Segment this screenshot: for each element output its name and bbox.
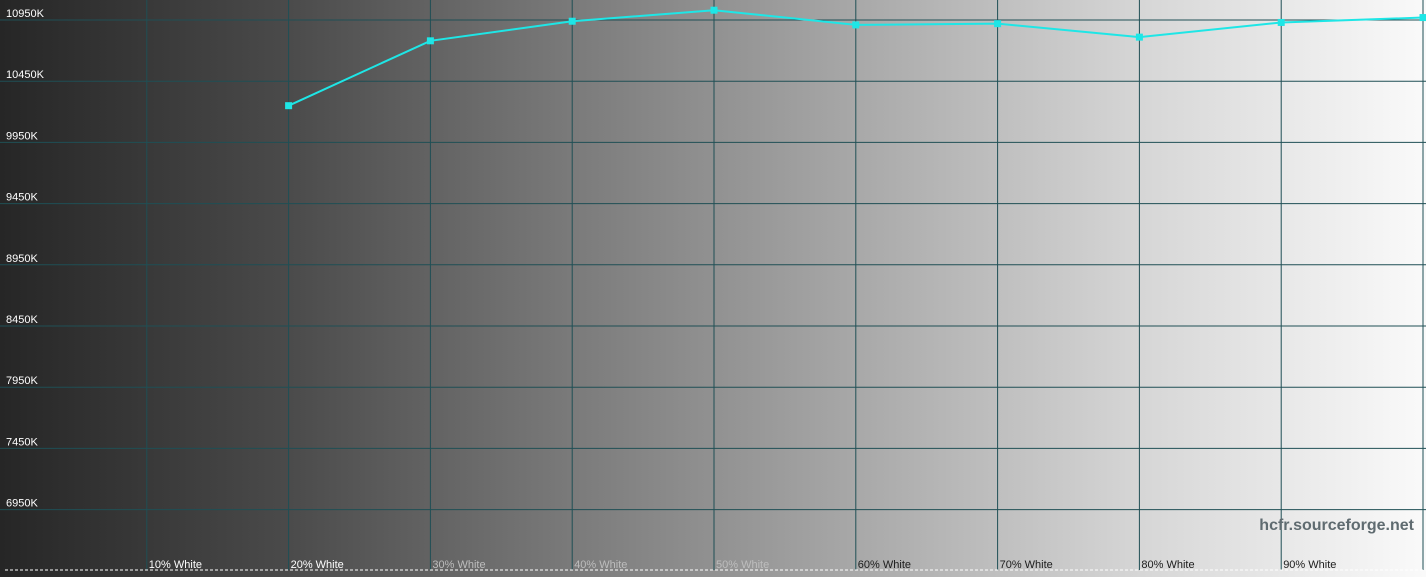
data-point-marker	[1419, 14, 1426, 22]
x-axis-ticks: 10% White 20% White 30% White 40% White 50% …	[149, 559, 1337, 571]
y-tick-label: 9950K	[6, 130, 38, 142]
x-tick-label: 10% White	[149, 559, 202, 571]
data-point-marker	[852, 21, 860, 29]
y-tick-label: 10450K	[6, 69, 45, 81]
x-tick-label: 80% White	[1141, 559, 1194, 571]
chart-background	[0, 0, 1426, 577]
data-point-marker	[568, 17, 576, 25]
watermark: hcfr.sourceforge.net	[1259, 517, 1414, 534]
data-point-marker	[285, 102, 293, 110]
line-chart: 10950K 10450K 9950K 9450K 8950K 8450K 7950K 745…	[0, 0, 1426, 577]
y-tick-label: 8450K	[6, 314, 38, 326]
data-point-marker	[1277, 18, 1285, 26]
x-tick-label: 50% White	[716, 559, 769, 571]
x-tick-label: 20% White	[291, 559, 344, 571]
y-tick-label: 10950K	[6, 8, 45, 20]
data-point-marker	[426, 37, 434, 45]
y-tick-label: 9450K	[6, 192, 38, 204]
x-tick-label: 40% White	[574, 559, 627, 571]
data-point-marker	[1135, 33, 1143, 41]
y-tick-label: 8950K	[6, 253, 38, 265]
y-tick-label: 6950K	[6, 498, 38, 510]
data-point-marker	[710, 6, 718, 14]
x-tick-label: 70% White	[1000, 559, 1053, 571]
y-tick-label: 7450K	[6, 436, 38, 448]
x-tick-label: 30% White	[432, 559, 485, 571]
x-tick-label: 90% White	[1283, 559, 1336, 571]
data-point-marker	[994, 20, 1002, 28]
x-tick-label: 60% White	[858, 559, 911, 571]
chart-area: 10950K 10450K 9950K 9450K 8950K 8450K 7950K 745…	[0, 0, 1426, 577]
y-tick-label: 7950K	[6, 375, 38, 387]
